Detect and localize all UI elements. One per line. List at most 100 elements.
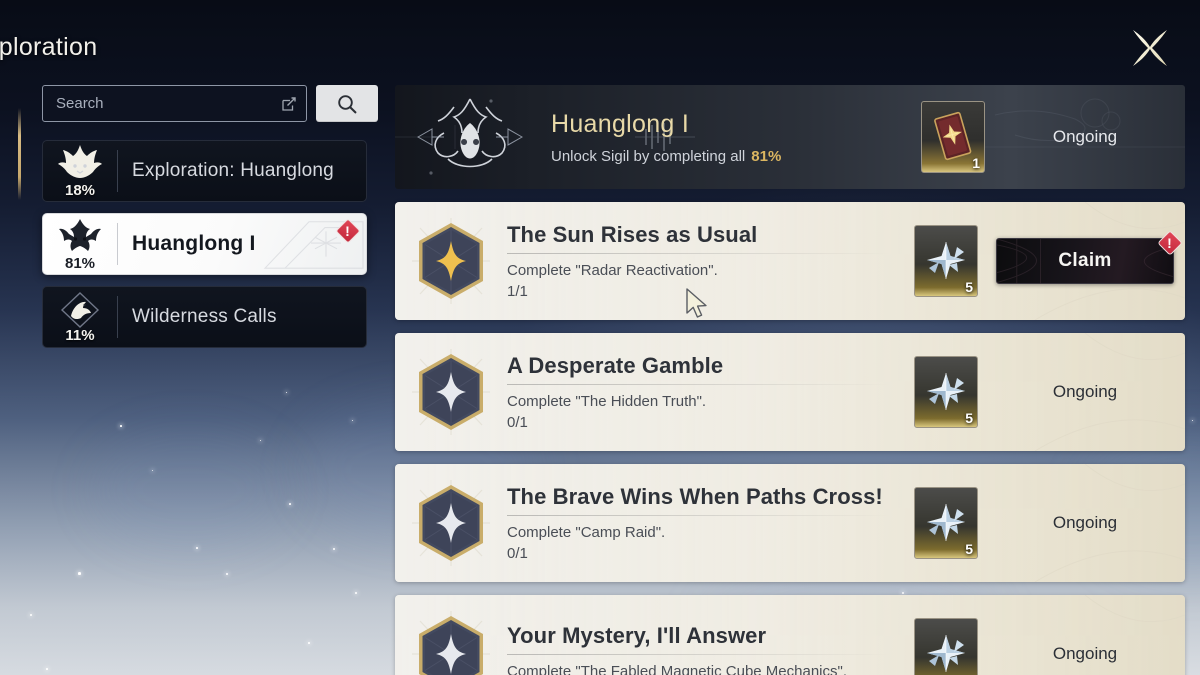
crystal-star-icon <box>927 635 965 672</box>
banner-subtitle-row: Unlock Sigil by completing all 81% <box>551 148 921 165</box>
quest-status: Ongoing <box>1052 644 1118 663</box>
quest-icon <box>395 464 507 582</box>
quest-row[interactable]: The Sun Rises as Usual Complete "Radar R… <box>395 202 1185 320</box>
quest-reward-slot: 5 <box>907 356 985 428</box>
quest-reward-item[interactable]: 5 <box>914 356 978 428</box>
quest-description: Complete "The Fabled Magnetic Cube Mecha… <box>507 663 847 675</box>
quest-action-slot: Ongoing <box>985 513 1185 533</box>
close-x-icon <box>1133 29 1167 66</box>
bird-crest-icon <box>60 292 100 328</box>
quest-icon <box>395 333 507 451</box>
sidebar-nav-list: 18% Exploration: Huanglong 81% Huanglong… <box>42 140 367 348</box>
banner-subtitle: Unlock Sigil by completing all <box>551 147 746 165</box>
star-dot <box>355 592 357 594</box>
quest-progress: 0/1 <box>507 545 528 563</box>
star-dot <box>333 548 336 551</box>
quest-status: Ongoing <box>1052 382 1118 401</box>
quest-description: Complete "Radar Reactivation". <box>507 261 718 279</box>
star-dot <box>46 668 48 670</box>
sidebar-item-label: Huanglong I <box>132 232 256 255</box>
claim-button-label: Claim <box>1058 250 1112 271</box>
quest-action-slot: Claim ! <box>985 229 1185 285</box>
quest-row[interactable]: The Brave Wins When Paths Cross! Complet… <box>395 464 1185 582</box>
quest-progress: 1/1 <box>507 283 528 301</box>
sidebar-item-huanglong-i[interactable]: 81% Huanglong I ! <box>42 213 367 275</box>
quest-text-block: A Desperate Gamble Complete "The Hidden … <box>507 353 907 431</box>
dragon-head-icon <box>59 219 101 251</box>
star-dot <box>289 503 291 505</box>
quest-status: Ongoing <box>1052 513 1118 532</box>
quest-title: The Sun Rises as Usual <box>507 221 758 247</box>
star-dot <box>30 614 33 617</box>
star-dot <box>260 440 262 442</box>
banner-text-block: Huanglong I Unlock Sigil by completing a… <box>545 110 921 165</box>
sidebar-item-wilderness-calls[interactable]: 11% Wilderness Calls <box>42 286 367 348</box>
dragon-sigil-icon <box>416 98 524 168</box>
quest-description: Complete "The Hidden Truth". <box>507 392 707 410</box>
sidebar-item-exploration-huanglong[interactable]: 18% Exploration: Huanglong <box>42 140 367 202</box>
close-button[interactable] <box>1120 20 1180 75</box>
star-dot <box>308 642 310 644</box>
quest-title: The Brave Wins When Paths Cross! <box>507 483 883 509</box>
quest-rule <box>507 252 891 254</box>
quest-rule <box>507 514 891 516</box>
quest-reward-art <box>915 619 977 675</box>
sidebar-item-percent: 11% <box>65 327 95 344</box>
quest-row[interactable]: A Desperate Gamble Complete "The Hidden … <box>395 333 1185 451</box>
star-dot <box>120 425 122 427</box>
hex-star-gold-icon <box>412 218 490 304</box>
sidebar-item-emblem: 11% <box>43 287 117 347</box>
quest-text-block: The Brave Wins When Paths Cross! Complet… <box>507 484 907 562</box>
search-box[interactable] <box>42 85 307 122</box>
alert-exclamation: ! <box>1167 234 1172 251</box>
nebula-cloud <box>90 430 290 550</box>
edit-square-icon[interactable] <box>281 96 297 112</box>
quest-action-slot: Ongoing <box>985 382 1185 402</box>
quest-description: Complete "Camp Raid". <box>507 523 666 541</box>
quest-icon <box>395 595 507 675</box>
star-dot <box>226 573 229 576</box>
quest-row[interactable]: Your Mystery, I'll Answer Complete "The … <box>395 595 1185 675</box>
quest-reward-count: 5 <box>965 410 973 426</box>
page-title: xploration <box>0 33 98 61</box>
quest-rule <box>507 654 891 656</box>
chapter-banner[interactable]: Huanglong I Unlock Sigil by completing a… <box>395 85 1185 189</box>
search-button[interactable] <box>316 85 378 122</box>
search-row <box>42 85 378 122</box>
content-column: Huanglong I Unlock Sigil by completing a… <box>395 85 1185 675</box>
quest-reward-slot <box>907 618 985 675</box>
banner-reward-count: 1 <box>972 155 980 171</box>
search-input[interactable] <box>56 95 281 112</box>
quest-icon <box>395 202 507 320</box>
quest-text-block: The Sun Rises as Usual Complete "Radar R… <box>507 222 907 300</box>
hex-star-silver-icon <box>412 349 490 435</box>
star-dot <box>78 572 81 575</box>
hex-star-silver-icon <box>412 611 490 675</box>
sidebar-item-label: Exploration: Huanglong <box>132 160 334 181</box>
star-dot <box>1192 420 1194 422</box>
sigil-card-icon <box>934 111 972 161</box>
quest-reward-slot: 5 <box>907 225 985 297</box>
quest-list: The Sun Rises as Usual Complete "Radar R… <box>395 202 1185 675</box>
quest-title: Your Mystery, I'll Answer <box>507 623 767 649</box>
magnifier-icon <box>338 94 357 113</box>
claim-button[interactable]: Claim ! <box>996 229 1183 285</box>
alert-exclamation: ! <box>345 222 350 239</box>
quest-reward-slot: 5 <box>907 487 985 559</box>
quest-reward-item[interactable]: 5 <box>914 225 978 297</box>
claim-alert-badge: ! <box>1156 229 1183 256</box>
quest-progress: 0/1 <box>507 414 528 432</box>
banner-percent: 81% <box>751 147 782 165</box>
quest-reward-item[interactable]: 5 <box>914 487 978 559</box>
dragon-crest-icon <box>58 145 102 178</box>
left-accent-bar <box>18 108 21 200</box>
chapter-emblem <box>395 85 545 189</box>
sidebar-item-emblem: 81% <box>43 214 117 274</box>
sidebar-item-alert-badge: ! <box>334 217 361 244</box>
hex-star-silver-icon <box>412 480 490 566</box>
quest-reward-item[interactable] <box>914 618 978 675</box>
crystal-star-icon <box>927 504 965 541</box>
banner-reward-item[interactable]: 1 <box>921 101 985 173</box>
quest-title: A Desperate Gamble <box>507 352 724 378</box>
banner-title: Huanglong I <box>551 109 690 138</box>
